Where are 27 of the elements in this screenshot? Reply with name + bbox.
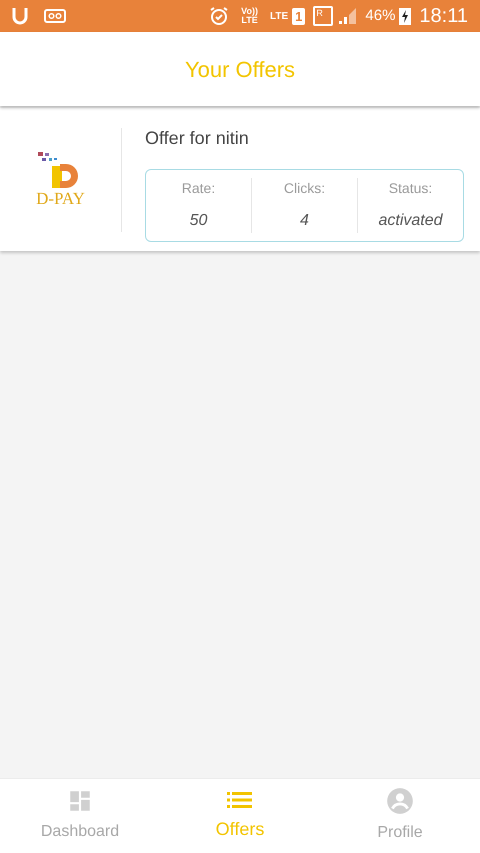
page-title: Your Offers bbox=[184, 56, 296, 84]
stat-label: Rate: bbox=[182, 179, 216, 198]
u-logo-icon bbox=[12, 7, 28, 25]
signal-icon bbox=[337, 7, 358, 25]
roaming-signal-badge: R bbox=[313, 6, 334, 26]
voicemail-icon bbox=[44, 9, 66, 23]
stat-value: 50 bbox=[190, 211, 208, 231]
stat-label: Status: bbox=[388, 179, 432, 198]
volte-label: Vo)) bbox=[241, 7, 258, 16]
nav-tab[interactable]: Offers bbox=[160, 779, 320, 853]
volte-label: LTE bbox=[241, 16, 258, 25]
list-icon bbox=[227, 790, 253, 810]
sim-badge: 1 bbox=[292, 8, 306, 24]
logo-text: D-PAY bbox=[36, 190, 85, 208]
stat-label: Clicks: bbox=[284, 179, 326, 198]
alarm-icon bbox=[209, 6, 230, 26]
offer-title: Offer for nitin bbox=[145, 127, 250, 150]
nav-tab[interactable]: Profile bbox=[320, 779, 480, 853]
nav-tab[interactable]: Dashboard bbox=[0, 779, 160, 853]
offer-card[interactable]: D-PAY Offer for nitin Rate: 50 Clicks: 4 Status: activated bbox=[0, 108, 480, 251]
clock: 18:11 bbox=[419, 4, 468, 29]
network-label: LTE bbox=[270, 10, 288, 24]
stat-value: activated bbox=[378, 211, 443, 231]
profile-icon bbox=[386, 787, 414, 815]
battery-percentage: 46% bbox=[365, 6, 396, 26]
battery-charging-icon bbox=[399, 7, 412, 25]
stat-value: 4 bbox=[300, 211, 309, 231]
